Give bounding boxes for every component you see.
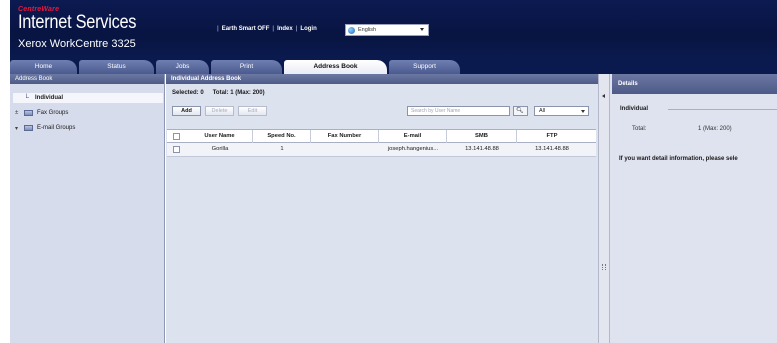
folder-icon — [24, 110, 33, 116]
tree-item-email-groups[interactable]: ▾ E-mail Groups — [10, 123, 75, 133]
index-link[interactable]: Index — [277, 26, 293, 32]
header-banner: CentreWare Internet Services Xerox WorkC… — [10, 0, 777, 58]
globe-icon — [348, 26, 355, 34]
column-header-ftp[interactable]: FTP — [517, 130, 587, 143]
details-title: Details — [612, 74, 777, 94]
row-checkbox[interactable] — [173, 146, 180, 153]
link-separator: | — [217, 26, 219, 32]
column-header-speed-no[interactable]: Speed No. — [253, 130, 311, 143]
delete-button[interactable]: Delete — [205, 106, 234, 116]
selected-count: Selected: 0 — [172, 90, 204, 96]
search-input[interactable]: Search by User Name — [407, 106, 510, 116]
header-links: | Earth Smart OFF | Index | Login — [214, 26, 317, 32]
address-table: User Name Speed No. Fax Number E-mail SM… — [167, 129, 596, 157]
chevron-down-icon — [420, 28, 424, 31]
details-section-title: Individual — [620, 106, 649, 112]
filter-value: All — [539, 108, 546, 114]
edit-button[interactable]: Edit — [238, 106, 267, 116]
cell-fax-number — [311, 143, 379, 156]
column-header-email[interactable]: E-mail — [379, 130, 447, 143]
selection-summary: Selected: 0 Total: 1 (Max: 200) — [172, 90, 265, 96]
address-book-tree-panel: Address Book └ Individual ± Fax Groups ▾… — [10, 74, 165, 343]
app-title: Internet Services — [18, 12, 137, 33]
panel-body: Selected: 0 Total: 1 (Max: 200) Add Dele… — [166, 84, 598, 343]
table-row[interactable]: Gorilla 1 joseph.hangenius... 13.141.48.… — [167, 143, 596, 157]
details-total-value: 1 (Max: 200) — [698, 126, 732, 132]
select-all-checkbox[interactable] — [173, 133, 180, 140]
total-count: Total: 1 (Max: 200) — [212, 90, 265, 96]
tab-jobs[interactable]: Jobs — [156, 60, 209, 74]
tree-item-label: Individual — [35, 95, 64, 101]
panel-splitter[interactable] — [598, 74, 610, 343]
column-header-user-name[interactable]: User Name — [187, 130, 253, 143]
details-total-label: Total: — [632, 126, 647, 132]
search-button[interactable]: 🔍︎ — [513, 106, 528, 116]
device-model: Xerox WorkCentre 3325 — [18, 38, 136, 50]
filter-select[interactable]: All — [534, 106, 589, 116]
cell-speed-no: 1 — [280, 146, 284, 152]
cell-user-name: Gorilla — [211, 146, 229, 152]
column-header-smb[interactable]: SMB — [447, 130, 517, 143]
earth-smart-link[interactable]: Earth Smart OFF — [222, 26, 270, 32]
search-icon: 🔍︎ — [516, 108, 524, 114]
add-button[interactable]: Add — [172, 106, 201, 116]
individual-address-book-panel: Individual Address Book Selected: 0 Tota… — [166, 74, 598, 343]
tab-support[interactable]: Support — [389, 60, 460, 74]
tab-status[interactable]: Status — [79, 60, 154, 74]
tree-item-label: E-mail Groups — [37, 125, 76, 131]
toolbar: Add Delete Edit — [172, 106, 267, 116]
cell-smb: 13.141.48.88 — [465, 146, 499, 152]
panel-title: Individual Address Book — [166, 74, 598, 84]
panel-title: Address Book — [10, 74, 164, 84]
expand-icon[interactable]: ▾ — [15, 125, 21, 132]
tree-item-individual[interactable]: └ Individual — [13, 93, 163, 103]
tab-address-book[interactable]: Address Book — [284, 60, 387, 74]
tree-item-fax-groups[interactable]: ± Fax Groups — [10, 108, 68, 118]
login-link[interactable]: Login — [300, 26, 316, 32]
chevron-down-icon — [581, 110, 585, 113]
details-info-message: If you want detail information, please s… — [619, 156, 738, 162]
cell-ftp: 13.141.48.88 — [535, 146, 569, 152]
main-tab-bar: Home Status Jobs Print Address Book Supp… — [10, 58, 777, 74]
tab-home[interactable]: Home — [10, 60, 77, 74]
expand-icon[interactable]: ± — [15, 110, 21, 116]
person-icon: └ — [24, 94, 29, 102]
language-value: English — [358, 27, 377, 33]
link-separator: | — [272, 26, 275, 32]
column-header-fax-number[interactable]: Fax Number — [311, 130, 379, 143]
splitter-grip-icon[interactable] — [602, 264, 606, 270]
link-separator: | — [295, 26, 298, 32]
table-header: User Name Speed No. Fax Number E-mail SM… — [167, 129, 596, 143]
cell-email: joseph.hangenius... — [387, 146, 439, 152]
details-panel: Details Individual Total: 1 (Max: 200) I… — [610, 74, 777, 343]
tab-print[interactable]: Print — [211, 60, 282, 74]
details-divider — [668, 109, 777, 110]
folder-icon — [24, 125, 33, 131]
collapse-arrow-icon[interactable] — [602, 94, 605, 98]
tree-item-label: Fax Groups — [37, 110, 69, 116]
language-select[interactable]: English — [345, 24, 429, 36]
